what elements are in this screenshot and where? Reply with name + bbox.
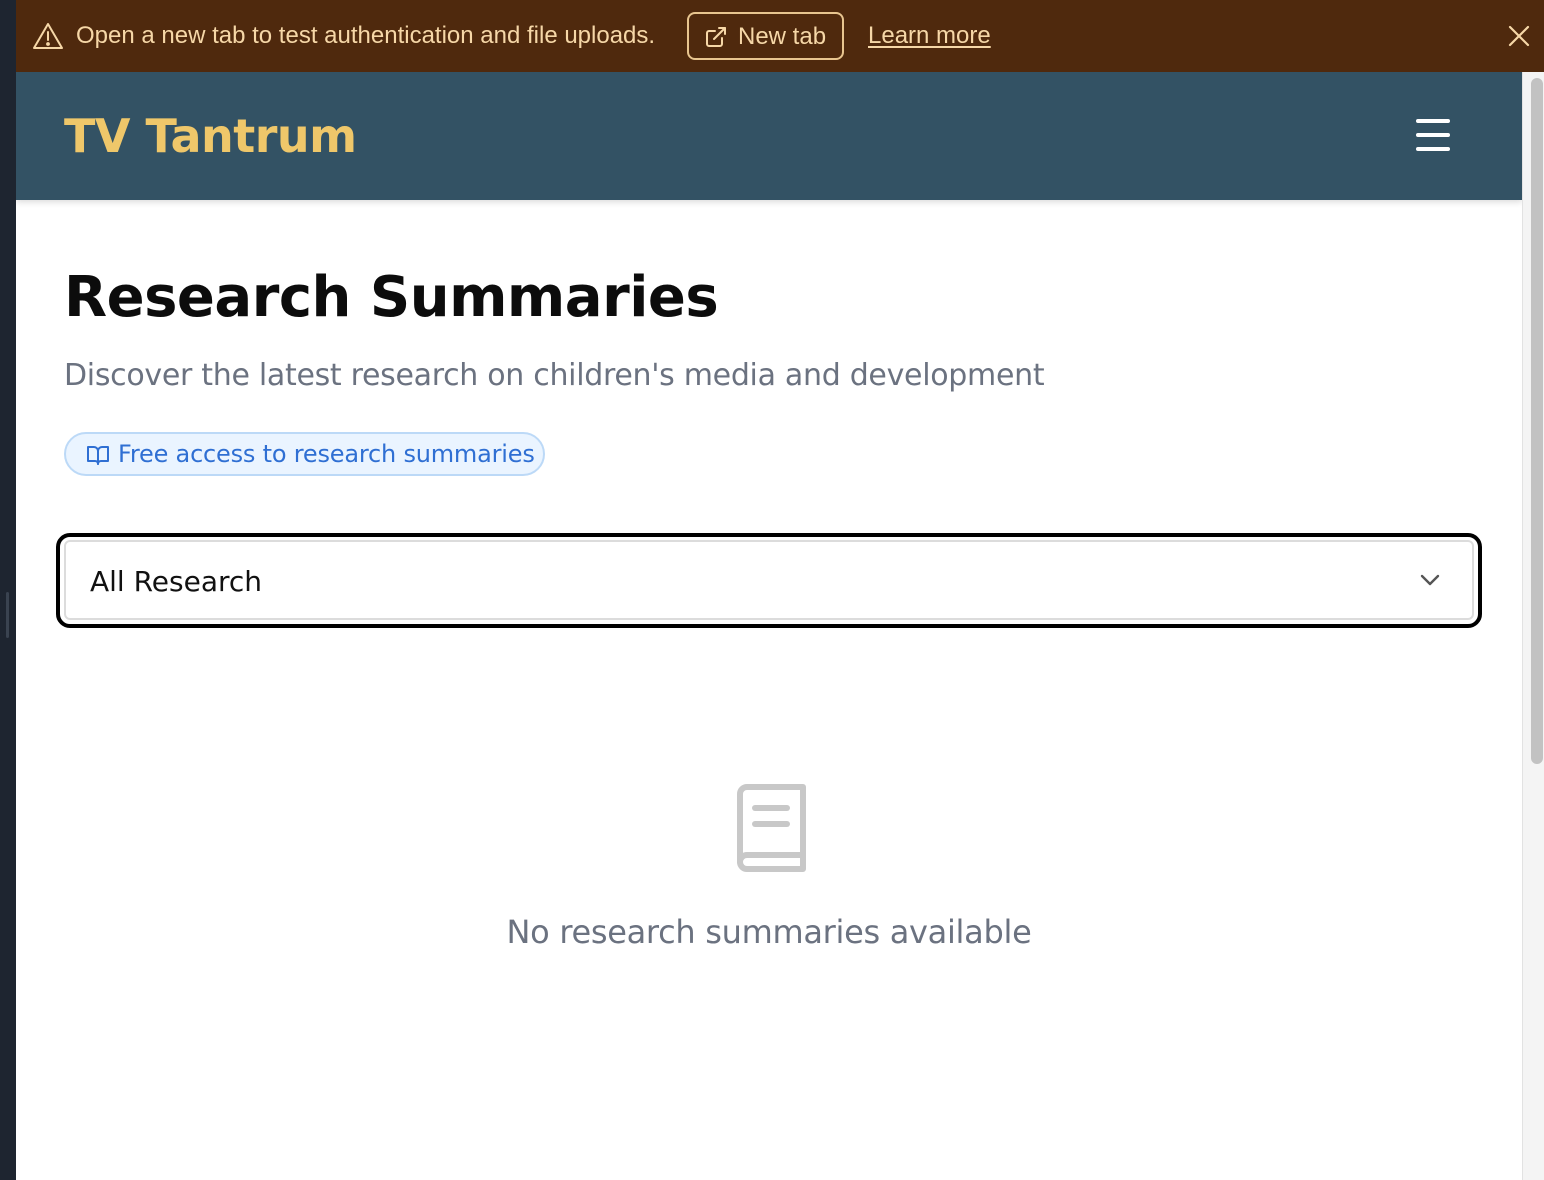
vertical-scrollbar[interactable] (1522, 72, 1544, 1180)
book-open-icon (87, 446, 109, 465)
select-value: All Research (90, 565, 263, 598)
notice-banner: Open a new tab to test authentication an… (16, 0, 1544, 72)
new-tab-button[interactable]: New tab (687, 12, 844, 60)
banner-message: Open a new tab to test authentication an… (76, 22, 656, 49)
free-access-badge: Free access to research summaries (64, 432, 545, 476)
page-title: Research Summaries (64, 265, 719, 330)
empty-state-message: No research summaries available (506, 913, 1032, 951)
chevron-down-icon (1420, 574, 1440, 586)
warning-icon (33, 23, 63, 49)
external-link-icon (706, 27, 726, 47)
book-icon (737, 784, 806, 872)
learn-more-link[interactable]: Learn more (868, 20, 991, 52)
new-tab-label: New tab (738, 23, 827, 50)
close-icon[interactable] (1506, 23, 1532, 49)
research-filter-select[interactable]: All Research (64, 540, 1474, 620)
window-left-edge (0, 0, 16, 1180)
site-header: TV Tantrum (16, 72, 1522, 200)
free-access-label: Free access to research summaries (118, 440, 535, 468)
brand-logo[interactable]: TV Tantrum (64, 106, 357, 166)
scrollbar-thumb[interactable] (1531, 78, 1543, 764)
page-subtitle: Discover the latest research on children… (64, 358, 1045, 393)
hamburger-menu-icon[interactable] (1412, 116, 1454, 154)
resize-handle[interactable] (6, 592, 9, 638)
page-viewport: TV Tantrum Research Summaries Discover t… (16, 72, 1522, 1180)
